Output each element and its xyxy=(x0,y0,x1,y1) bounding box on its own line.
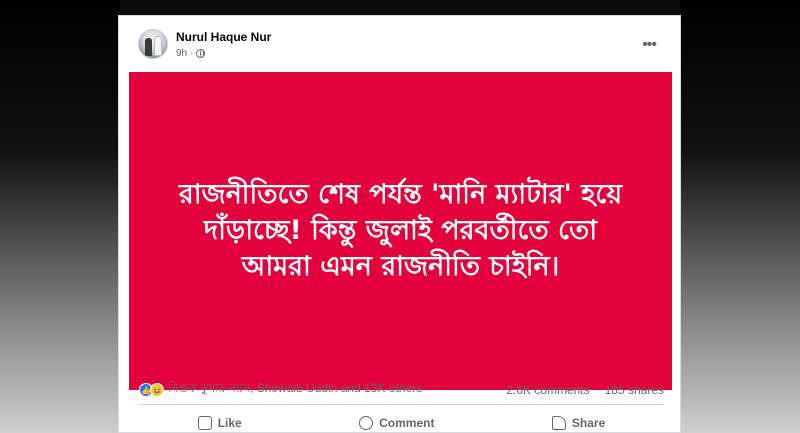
reaction-icons[interactable]: 👍 😆 xyxy=(139,383,164,397)
comment-icon xyxy=(359,416,374,430)
comments-count[interactable]: 2.6K comments xyxy=(506,383,589,397)
reactions-summary[interactable]: মিশুক কুমার নয়ন, Showaib Uddin and 13K … xyxy=(168,380,506,400)
share-button[interactable]: Share xyxy=(551,412,606,433)
post-banner[interactable]: রাজনীতিতে শেষ পর্যন্ত 'মানি ম্যাটার' হয়… xyxy=(129,72,672,390)
separator-dot: · xyxy=(190,48,194,59)
share-label: Share xyxy=(571,416,606,430)
post-meta: 9h · xyxy=(176,48,206,59)
comment-button[interactable]: Comment xyxy=(359,412,434,433)
avatar-figure-left xyxy=(145,38,152,56)
avatar-figure-right xyxy=(154,36,162,56)
banner-text: রাজনীতিতে শেষ পর্যন্ত 'মানি ম্যাটার' হয়… xyxy=(178,179,623,282)
post-header: Nurul Haque Nur 9h · ••• xyxy=(119,16,680,72)
haha-reaction-icon: 😆 xyxy=(150,383,164,397)
avatar[interactable] xyxy=(138,29,168,59)
author-name[interactable]: Nurul Haque Nur xyxy=(176,30,271,44)
globe-icon xyxy=(196,49,206,58)
more-options-icon[interactable]: ••• xyxy=(642,36,657,54)
divider xyxy=(139,404,664,405)
shares-count[interactable]: 185 shares xyxy=(605,383,664,397)
like-button[interactable]: Like xyxy=(197,412,242,433)
reactions-bar: 👍 😆 মিশুক কুমার নয়ন, Showaib Uddin and … xyxy=(139,380,664,400)
thumbs-up-icon xyxy=(197,416,212,430)
facebook-post: Nurul Haque Nur 9h · ••• রাজনীতিতে শেষ প… xyxy=(118,15,681,433)
backdrop-left xyxy=(0,0,120,433)
share-icon xyxy=(551,416,566,430)
engagement-counts: 2.6K comments 185 shares xyxy=(506,383,664,397)
post-actions: Like Comment Share xyxy=(139,412,664,433)
like-label: Like xyxy=(217,416,242,430)
post-time[interactable]: 9h xyxy=(176,48,187,59)
backdrop-right xyxy=(680,0,800,433)
comment-label: Comment xyxy=(379,416,435,430)
